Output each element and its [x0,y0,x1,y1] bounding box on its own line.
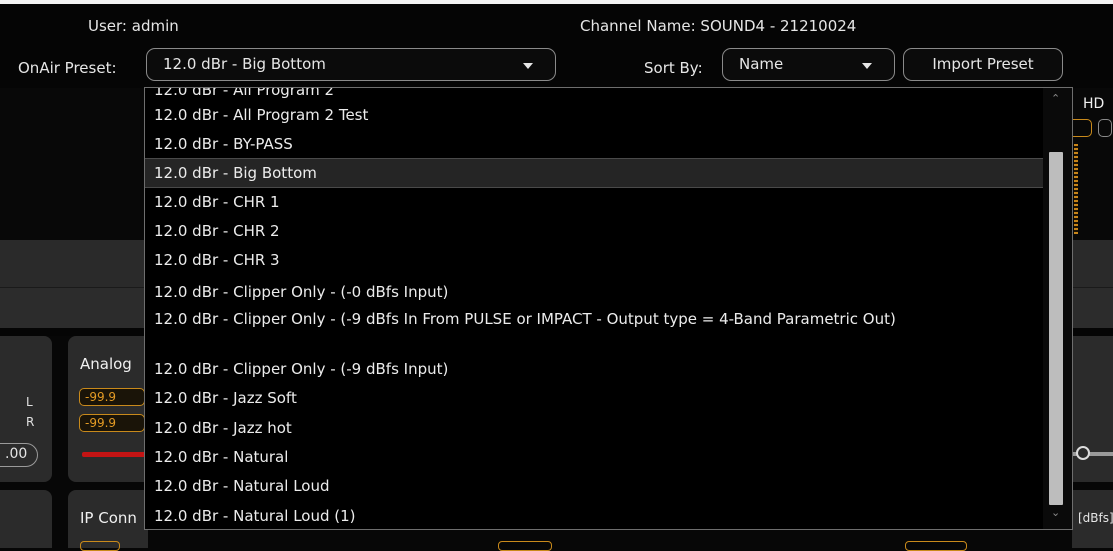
preset-option[interactable]: 12.0 dBr - Clipper Only - (-0 dBfs Input… [145,282,1045,302]
preset-option[interactable]: 12.0 dBr - Natural Loud [145,476,1045,496]
level-readout-r: -99.9 [79,414,145,432]
hd-meter-bar [1074,144,1078,234]
preset-option[interactable]: 12.0 dBr - Clipper Only - (-9 dBfs Input… [145,359,1045,379]
channel-l-label: L [26,395,33,409]
preset-dropdown-list[interactable]: 12.0 dBr - All Program 2 12.0 dBr - All … [144,87,1073,530]
preset-option[interactable]: 12.0 dBr - Jazz hot [145,418,1045,438]
preset-option[interactable]: 12.0 dBr - Natural [145,447,1045,467]
ip-panel-title: IP Conn [80,509,137,527]
sort-by-select[interactable]: Name [722,48,895,81]
onair-preset-value: 12.0 dBr - Big Bottom [163,55,326,73]
preset-option[interactable]: 12.0 dBr - CHR 2 [145,221,1045,241]
preset-option[interactable]: 12.0 dBr - BY-PASS [145,134,1045,154]
scroll-up-icon[interactable]: ⌃ [1051,92,1060,105]
level-readout [80,541,120,551]
input-panel-right [1072,336,1113,482]
preset-option[interactable]: 12.0 dBr - CHR 1 [145,192,1045,212]
hd-label: HD [1083,96,1105,112]
level-readout [905,541,967,551]
gain-value-box[interactable]: .00 [0,443,38,467]
onair-preset-select[interactable]: 12.0 dBr - Big Bottom [146,48,556,81]
channel-r-label: R [26,415,35,429]
chevron-down-icon [862,63,872,69]
import-preset-button[interactable]: Import Preset [903,48,1063,81]
gain-slider[interactable] [82,452,148,457]
preset-option[interactable]: 12.0 dBr - Clipper Only - (-9 dBfs In Fr… [145,309,1025,329]
level-readout [498,541,552,551]
hd-level-box [1098,119,1112,137]
user-label: User: admin [88,17,179,35]
preset-option[interactable]: 12.0 dBr - CHR 3 [145,250,1045,270]
onair-preset-label: OnAir Preset: [18,59,117,77]
chevron-down-icon [523,63,533,69]
unit-label: [dBfs] [1078,511,1113,525]
scroll-down-icon[interactable]: ⌄ [1051,506,1060,519]
preset-option[interactable]: 12.0 dBr - All Program 2 Test [145,105,1045,125]
analog-panel-title: Analog [80,355,132,373]
preset-option-selected[interactable]: 12.0 dBr - Big Bottom [145,158,1045,188]
preset-option[interactable]: 12.0 dBr - Jazz Soft [145,388,1045,408]
sort-by-value: Name [739,55,784,73]
input-panel-left [0,490,52,548]
preset-option[interactable]: 12.0 dBr - All Program 2 [145,88,1045,100]
sort-by-label: Sort By: [644,59,703,77]
channel-name-label: Channel Name: SOUND4 - 21210024 [580,17,857,35]
scrollbar-thumb[interactable] [1049,152,1063,505]
slider-handle[interactable] [1076,446,1090,460]
level-readout-l: -99.9 [79,388,145,406]
preset-option[interactable]: 12.0 dBr - Natural Loud (1) [145,506,1045,526]
